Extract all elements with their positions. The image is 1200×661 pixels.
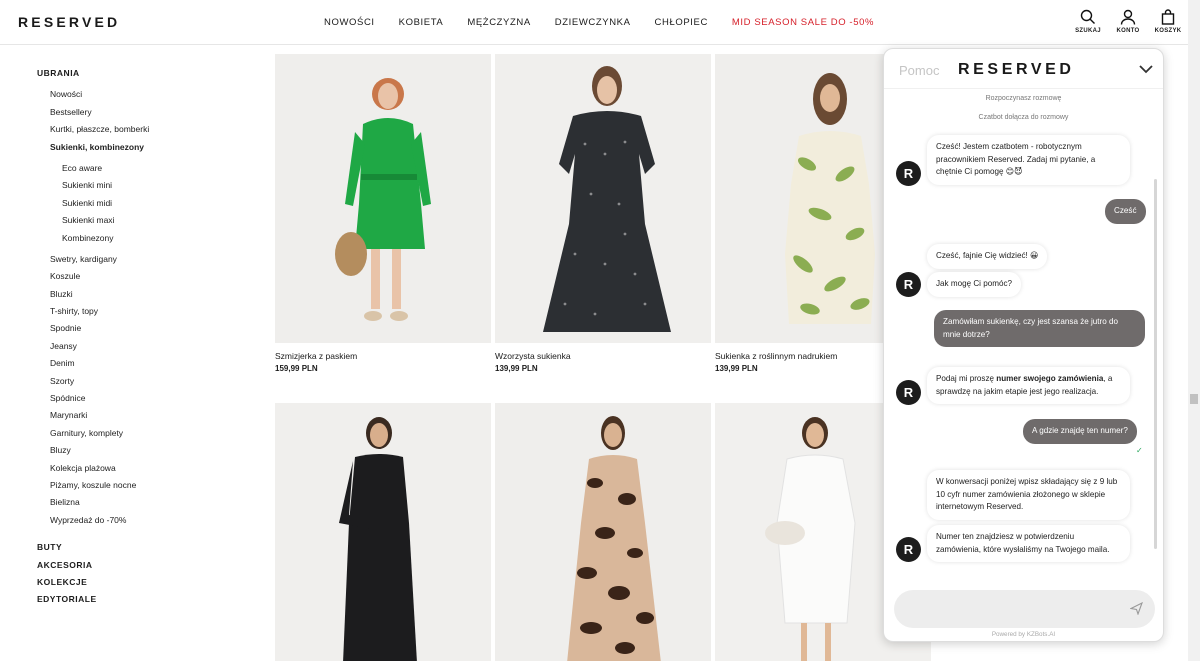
- sidebar-item[interactable]: Kurtki, płaszcze, bomberki: [37, 123, 237, 140]
- user-message: Cześć: [1105, 199, 1146, 224]
- sidebar-subitem[interactable]: Sukienki midi: [37, 197, 237, 214]
- search-icon: [1080, 9, 1095, 24]
- nav-girl[interactable]: DZIEWCZYNKA: [555, 17, 631, 28]
- sidebar-item[interactable]: Bluzki: [37, 288, 237, 305]
- chat-scrollbar[interactable]: [1154, 179, 1157, 549]
- product-card[interactable]: [495, 403, 711, 661]
- chat-widget: Pomoc RESERVED Rozpoczynasz rozmowę Czat…: [883, 48, 1164, 642]
- search-label: SZUKAJ: [1075, 28, 1101, 34]
- sidebar-subitem[interactable]: Eco aware: [37, 162, 237, 179]
- bag-icon: [1161, 9, 1175, 25]
- bot-message: Cześć! Jestem czatbotem - robotycznym pr…: [927, 135, 1130, 185]
- chat-system-message: Rozpoczynasz rozmowę: [985, 95, 1062, 102]
- chat-title: Pomoc: [899, 63, 940, 78]
- scrollbar-thumb[interactable]: [1190, 394, 1198, 404]
- product-image[interactable]: [495, 54, 711, 343]
- chat-logo: RESERVED: [958, 61, 1075, 78]
- user-message: A gdzie znajdę ten numer?: [1023, 419, 1137, 444]
- sidebar-item[interactable]: Nowości: [37, 88, 237, 105]
- bot-message: Cześć, fajnie Cię widzieć! 😀: [927, 244, 1048, 269]
- category-sidebar: UBRANIA Nowości Bestsellery Kurtki, płas…: [37, 67, 237, 611]
- site-logo[interactable]: RESERVED: [18, 14, 120, 30]
- chat-system-message: Czatbot dołącza do rozmowy: [978, 114, 1069, 121]
- bot-message: W konwersacji poniżej wpisz składający s…: [927, 470, 1130, 520]
- sidebar-item[interactable]: Denim: [37, 357, 237, 374]
- bot-message: Podaj mi proszę numer swojego zamówienia…: [927, 367, 1130, 404]
- bot-message: Jak mogę Ci pomóc?: [927, 272, 1022, 297]
- main-nav: NOWOŚCI KOBIETA MĘŻCZYZNA DZIEWCZYNKA CH…: [324, 17, 898, 28]
- page-scrollbar[interactable]: [1188, 0, 1200, 661]
- sidebar-item[interactable]: Szorty: [37, 375, 237, 392]
- account-button[interactable]: KONTO: [1108, 9, 1148, 34]
- sidebar-item[interactable]: Wyprzedaż do -70%: [37, 514, 237, 531]
- sidebar-subitem[interactable]: Sukienki maxi: [37, 214, 237, 231]
- sidebar-item[interactable]: Bluzy: [37, 444, 237, 461]
- sidebar-item-active[interactable]: Sukienki, kombinezony: [37, 141, 237, 158]
- header-icons: SZUKAJ KONTO KOSZYK: [1068, 9, 1188, 34]
- sidebar-category-shoes[interactable]: BUTY: [37, 541, 237, 558]
- chat-message-input[interactable]: [894, 590, 1155, 628]
- product-price: 139,99 PLN: [495, 364, 538, 373]
- chat-header: Pomoc RESERVED: [884, 49, 1163, 89]
- nav-new[interactable]: NOWOŚCI: [324, 17, 375, 28]
- account-label: KONTO: [1116, 28, 1140, 34]
- product-image[interactable]: [495, 403, 711, 661]
- sidebar-item[interactable]: Bielizna: [37, 496, 237, 513]
- cart-label: KOSZYK: [1154, 28, 1182, 34]
- product-card[interactable]: Szmizjerka z paskiem 159,99 PLN: [275, 54, 491, 373]
- sidebar-item[interactable]: Koszule: [37, 270, 237, 287]
- sidebar-category-editorials[interactable]: EDYTORIALE: [37, 593, 237, 610]
- sidebar-category-accessories[interactable]: AKCESORIA: [37, 559, 237, 576]
- product-name[interactable]: Wzorzysta sukienka: [495, 351, 711, 361]
- user-icon: [1120, 9, 1136, 25]
- sidebar-item[interactable]: T-shirty, topy: [37, 305, 237, 322]
- send-icon[interactable]: [1130, 602, 1143, 615]
- product-image[interactable]: [275, 403, 491, 661]
- site-header: RESERVED NOWOŚCI KOBIETA MĘŻCZYZNA DZIEW…: [0, 0, 1188, 45]
- bot-avatar: R: [896, 161, 921, 186]
- bot-message: Numer ten znajdziesz w potwierdzeniu zam…: [927, 525, 1130, 562]
- cart-button[interactable]: KOSZYK: [1148, 9, 1188, 34]
- sidebar-item[interactable]: Jeansy: [37, 340, 237, 357]
- sidebar-item[interactable]: Garnitury, komplety: [37, 427, 237, 444]
- sidebar-item[interactable]: Kolekcja plażowa: [37, 462, 237, 479]
- nav-women[interactable]: KOBIETA: [399, 17, 444, 28]
- bot-avatar: R: [896, 380, 921, 405]
- sidebar-item[interactable]: Piżamy, koszule nocne: [37, 479, 237, 496]
- sidebar-item[interactable]: Marynarki: [37, 409, 237, 426]
- sidebar-item[interactable]: Spódnice: [37, 392, 237, 409]
- sidebar-category-collections[interactable]: KOLEKCJE: [37, 576, 237, 593]
- sidebar-category-clothes[interactable]: UBRANIA: [37, 67, 237, 84]
- bot-avatar: R: [896, 272, 921, 297]
- product-card[interactable]: Wzorzysta sukienka 139,99 PLN: [495, 54, 711, 373]
- powered-by[interactable]: Powered by KZBots.AI: [884, 631, 1163, 638]
- product-price: 159,99 PLN: [275, 364, 318, 373]
- read-check-icon: ✓: [1136, 446, 1143, 455]
- product-name[interactable]: Szmizjerka z paskiem: [275, 351, 491, 361]
- nav-sale[interactable]: MID SEASON SALE DO -50%: [732, 17, 874, 28]
- sidebar-item[interactable]: Spodnie: [37, 322, 237, 339]
- sidebar-subitem[interactable]: Sukienki mini: [37, 179, 237, 196]
- product-image[interactable]: [275, 54, 491, 343]
- nav-men[interactable]: MĘŻCZYZNA: [467, 17, 530, 28]
- product-card[interactable]: [275, 403, 491, 661]
- sidebar-item[interactable]: Swetry, kardigany: [37, 253, 237, 270]
- nav-boy[interactable]: CHŁOPIEC: [655, 17, 708, 28]
- sidebar-subitem[interactable]: Kombinezony: [37, 232, 237, 249]
- bot-avatar: R: [896, 537, 921, 562]
- chevron-down-icon[interactable]: [1139, 63, 1153, 75]
- sidebar-item[interactable]: Bestsellery: [37, 106, 237, 123]
- user-message: Zamówiłam sukienkę, czy jest szansa że j…: [934, 310, 1145, 347]
- search-button[interactable]: SZUKAJ: [1068, 9, 1108, 34]
